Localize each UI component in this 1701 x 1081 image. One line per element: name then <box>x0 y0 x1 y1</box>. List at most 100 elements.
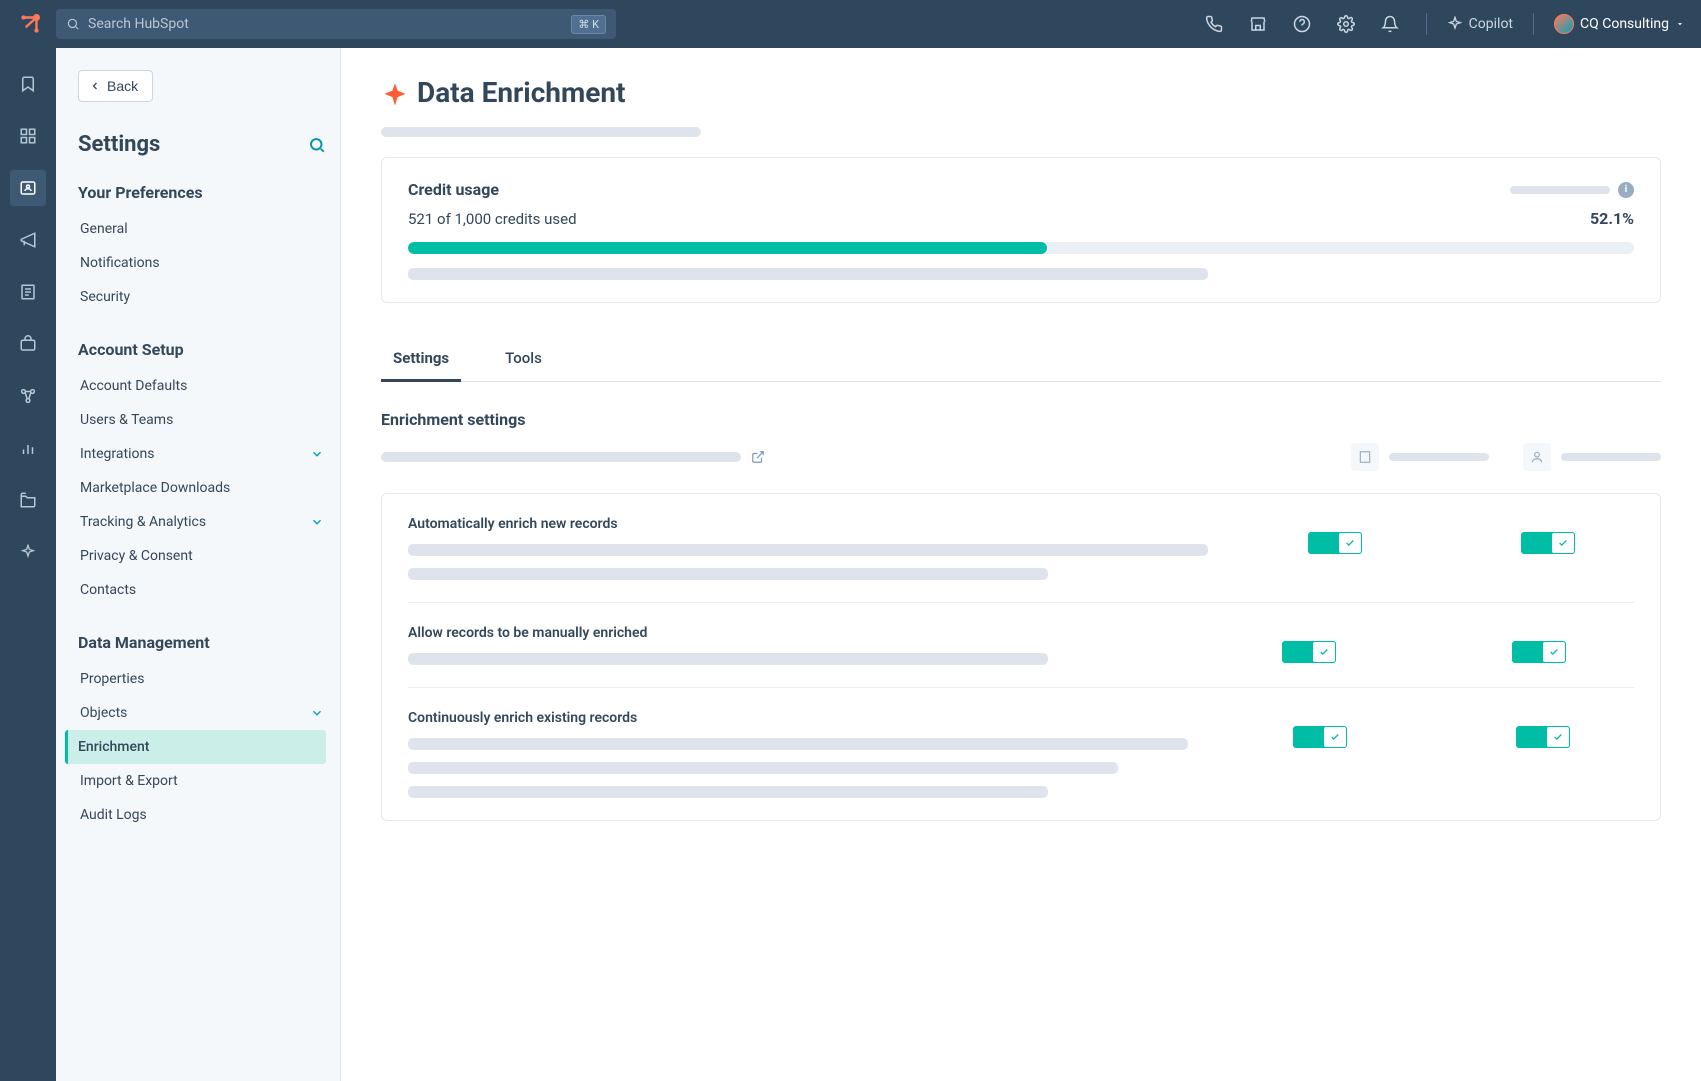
chevron-down-icon <box>310 447 324 461</box>
sidebar-item-general[interactable]: General <box>78 212 326 246</box>
rail-commerce-icon[interactable] <box>10 326 46 362</box>
sidebar-item-marketplace[interactable]: Marketplace Downloads <box>78 471 326 505</box>
avatar <box>1554 14 1574 34</box>
copilot-label: Copilot <box>1469 16 1513 32</box>
chevron-left-icon <box>89 80 101 92</box>
phone-icon[interactable] <box>1198 8 1230 40</box>
setting-title: Continuously enrich existing records <box>408 710 1188 726</box>
sidebar-item-tracking[interactable]: Tracking & Analytics <box>78 505 326 539</box>
nav-section-preferences: Your Preferences <box>78 183 326 202</box>
account-name: CQ Consulting <box>1580 16 1669 32</box>
skeleton-line <box>408 568 1048 580</box>
sidebar-item-users-teams[interactable]: Users & Teams <box>78 403 326 437</box>
toggle-auto-enrich-contact[interactable] <box>1521 532 1575 554</box>
rail-library-icon[interactable] <box>10 482 46 518</box>
top-nav: Search HubSpot ⌘ K Copilot CQ Consulting <box>0 0 1701 48</box>
chevron-down-icon <box>1675 19 1685 29</box>
help-icon[interactable] <box>1286 8 1318 40</box>
legend-contact <box>1523 443 1661 471</box>
sidebar-item-import-export[interactable]: Import & Export <box>78 764 326 798</box>
info-icon[interactable]: i <box>1618 182 1634 198</box>
sidebar-item-properties[interactable]: Properties <box>78 662 326 696</box>
rail-crm-icon[interactable] <box>10 170 46 206</box>
person-icon <box>1523 443 1551 471</box>
search-placeholder: Search HubSpot <box>88 16 189 32</box>
rail-bookmark-icon[interactable] <box>10 66 46 102</box>
sidebar-item-security[interactable]: Security <box>78 280 326 314</box>
sidebar-item-audit-logs[interactable]: Audit Logs <box>78 798 326 832</box>
back-button[interactable]: Back <box>78 70 153 102</box>
skeleton-line <box>381 127 701 137</box>
rail-marketing-icon[interactable] <box>10 222 46 258</box>
building-icon <box>1351 443 1379 471</box>
setting-row-auto-enrich: Automatically enrich new records <box>408 494 1634 603</box>
skeleton-line <box>408 762 1118 774</box>
account-switcher[interactable]: CQ Consulting <box>1554 14 1685 34</box>
sparkle-icon <box>381 81 405 105</box>
toggle-manual-enrich-contact[interactable] <box>1512 641 1566 663</box>
page-title: Data Enrichment <box>417 76 626 109</box>
search-shortcut: ⌘ K <box>571 15 606 34</box>
page-header: Data Enrichment <box>381 76 1661 109</box>
enrichment-settings-card: Automatically enrich new records Allow r… <box>381 493 1661 821</box>
sidebar-item-integrations[interactable]: Integrations <box>78 437 326 471</box>
skeleton-line <box>408 738 1188 750</box>
credit-percent: 52.1% <box>1590 209 1634 228</box>
toggle-manual-enrich-company[interactable] <box>1282 641 1336 663</box>
separator <box>1533 13 1534 35</box>
settings-search-icon[interactable] <box>308 136 326 154</box>
skeleton-line <box>1561 453 1661 461</box>
credit-usage-title: Credit usage <box>408 180 499 199</box>
settings-icon[interactable] <box>1330 8 1362 40</box>
marketplace-icon[interactable] <box>1242 8 1274 40</box>
skeleton-line <box>408 653 1048 665</box>
external-link-icon[interactable] <box>751 450 765 464</box>
nav-section-account: Account Setup <box>78 340 326 359</box>
tab-settings[interactable]: Settings <box>381 335 461 381</box>
back-label: Back <box>107 78 138 94</box>
skeleton-line <box>1510 186 1610 194</box>
search-icon <box>66 17 80 31</box>
skeleton-line <box>381 452 741 462</box>
credit-progress-bar <box>408 242 1634 254</box>
tab-tools[interactable]: Tools <box>493 335 554 381</box>
toggle-auto-enrich-company[interactable] <box>1308 532 1362 554</box>
skeleton-line <box>1389 453 1489 461</box>
enrichment-settings-title: Enrichment settings <box>381 410 1661 429</box>
rail-reporting-icon[interactable] <box>10 430 46 466</box>
enrichment-tabs: Settings Tools <box>381 335 1661 382</box>
sidebar-item-enrichment[interactable]: Enrichment <box>65 730 326 764</box>
skeleton-line <box>408 544 1208 556</box>
setting-row-continuous-enrich: Continuously enrich existing records <box>408 688 1634 820</box>
nav-rail <box>0 48 56 1081</box>
sidebar-item-contacts[interactable]: Contacts <box>78 573 326 607</box>
rail-content-icon[interactable] <box>10 274 46 310</box>
sidebar-item-account-defaults[interactable]: Account Defaults <box>78 369 326 403</box>
toggle-continuous-enrich-contact[interactable] <box>1516 726 1570 748</box>
settings-sidebar: Back Settings Your Preferences General N… <box>56 48 341 1081</box>
chevron-down-icon <box>310 515 324 529</box>
copilot-button[interactable]: Copilot <box>1447 16 1513 32</box>
separator <box>1426 13 1427 35</box>
notifications-icon[interactable] <box>1374 8 1406 40</box>
credit-usage-card: Credit usage i 521 of 1,000 credits used… <box>381 157 1661 303</box>
rail-ai-icon[interactable] <box>10 534 46 570</box>
setting-title: Allow records to be manually enriched <box>408 625 1174 641</box>
sidebar-item-privacy[interactable]: Privacy & Consent <box>78 539 326 573</box>
credit-used-text: 521 of 1,000 credits used <box>408 210 577 228</box>
rail-automation-icon[interactable] <box>10 378 46 414</box>
toggle-continuous-enrich-company[interactable] <box>1293 726 1347 748</box>
nav-section-data: Data Management <box>78 633 326 652</box>
sidebar-title: Settings <box>78 132 326 157</box>
rail-apps-icon[interactable] <box>10 118 46 154</box>
legend-company <box>1351 443 1489 471</box>
global-search-input[interactable]: Search HubSpot ⌘ K <box>56 9 616 39</box>
setting-title: Automatically enrich new records <box>408 516 1208 532</box>
hubspot-logo-icon[interactable] <box>16 10 44 38</box>
sidebar-item-notifications[interactable]: Notifications <box>78 246 326 280</box>
sidebar-item-objects[interactable]: Objects <box>78 696 326 730</box>
skeleton-line <box>408 268 1208 280</box>
setting-row-manual-enrich: Allow records to be manually enriched <box>408 603 1634 688</box>
main-content: Data Enrichment Credit usage i 521 of 1,… <box>341 48 1701 1081</box>
chevron-down-icon <box>310 706 324 720</box>
